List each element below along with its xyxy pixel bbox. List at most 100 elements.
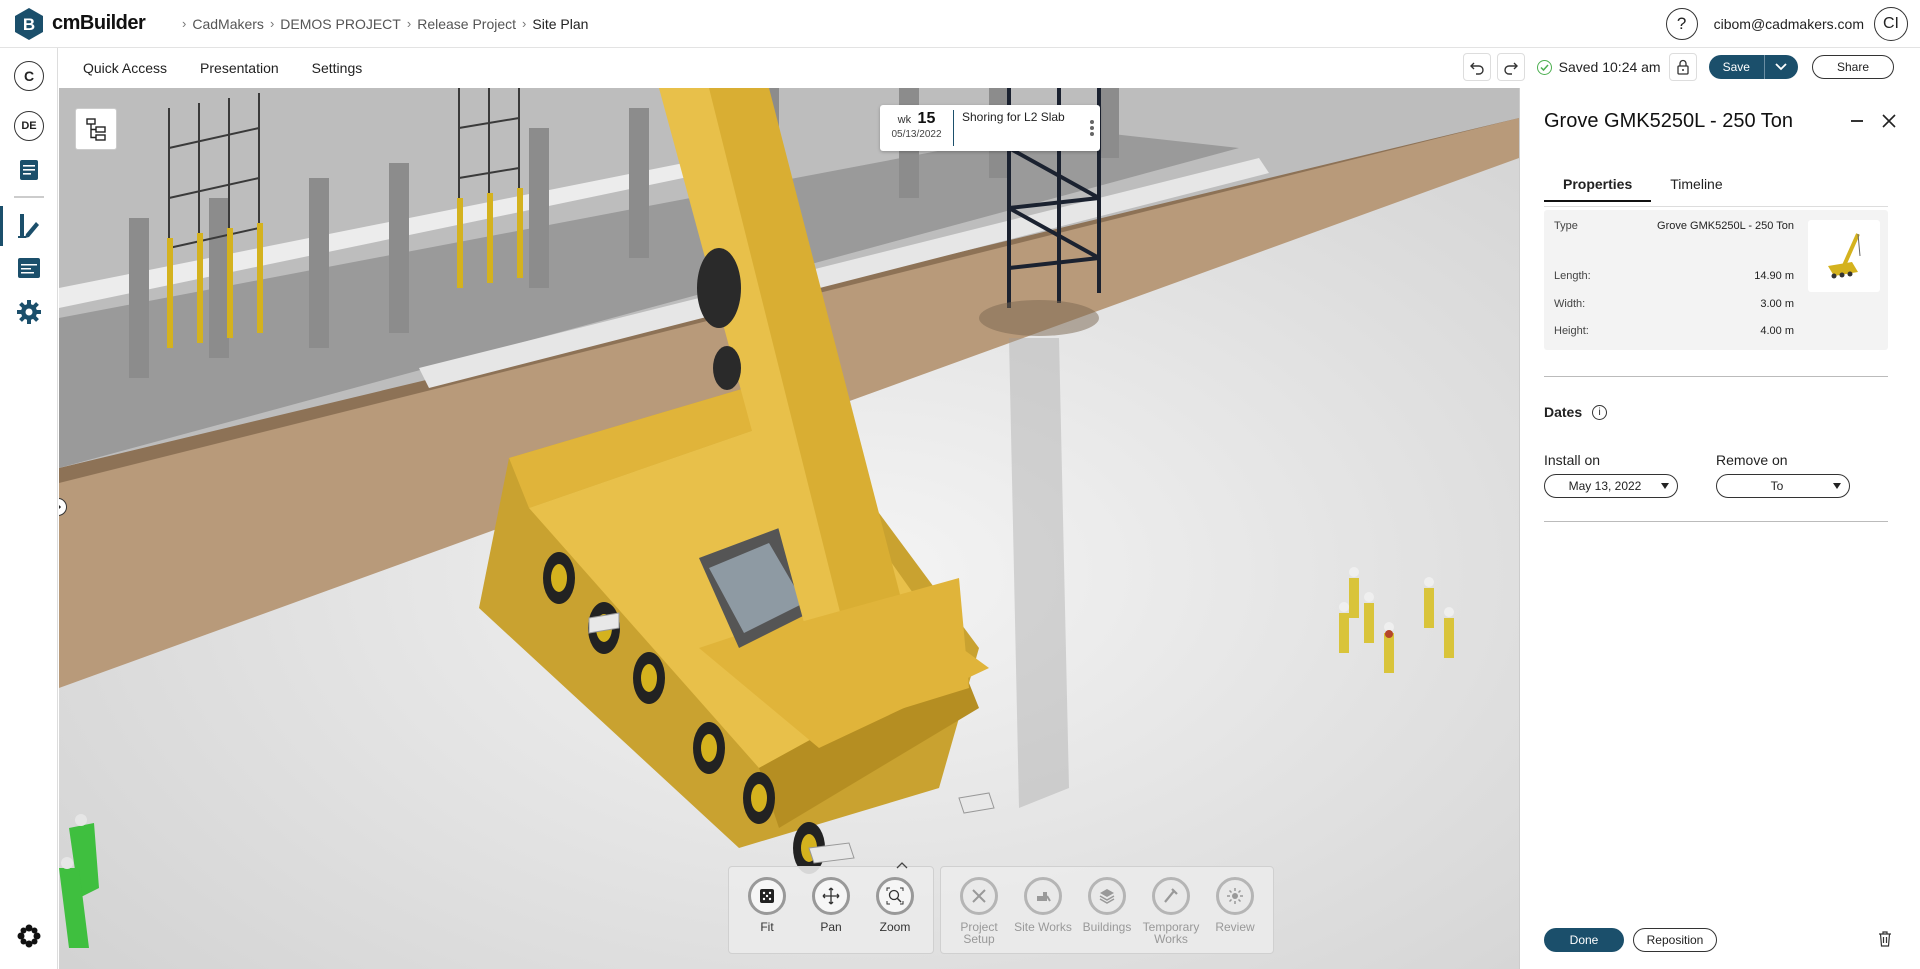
tab-properties[interactable]: Properties <box>1544 176 1652 202</box>
panel-title: Grove GMK5250L - 250 Ton <box>1544 110 1794 132</box>
gear-icon <box>17 300 41 324</box>
save-options-button[interactable] <box>1763 55 1798 79</box>
redo-button[interactable] <box>1496 53 1525 81</box>
avatar[interactable]: CI <box>1874 7 1908 41</box>
company-button[interactable]: C <box>13 60 45 92</box>
remove-date-value: To <box>1770 479 1784 493</box>
prop-width-label: Width: <box>1554 298 1586 310</box>
project-setup-label: Project Setup <box>960 920 998 946</box>
top-bar: B cmBuilder › CadMakers › DEMOS PROJECT … <box>0 0 1920 48</box>
remove-date-select[interactable]: To <box>1716 474 1850 498</box>
week-number: 15 <box>917 110 936 127</box>
fit-label: Fit <box>760 920 774 934</box>
install-label: Install on <box>1544 452 1601 468</box>
info-icon[interactable]: i <box>1592 404 1608 420</box>
minimize-icon[interactable] <box>1851 120 1863 122</box>
3d-viewport[interactable]: wk 15 05/13/2022 Shoring for L2 Slab Fit <box>59 88 1519 969</box>
lock-button[interactable] <box>1668 53 1697 81</box>
zoom-label: Zoom <box>879 920 911 934</box>
remove-label: Remove on <box>1716 452 1788 468</box>
menu-quick-access[interactable]: Quick Access <box>83 60 167 76</box>
prop-height-label: Height: <box>1554 325 1589 337</box>
temporary-works-label: Temporary Works <box>1142 920 1200 946</box>
caret-down-icon <box>1661 483 1669 489</box>
chevron-up-icon[interactable] <box>896 861 908 869</box>
breadcrumb-project[interactable]: DEMOS PROJECT <box>280 16 401 32</box>
review-tool[interactable]: Review <box>1203 877 1267 953</box>
svg-text:B: B <box>23 15 35 34</box>
mode-tools-group: Project Setup Site Works Buildings Tempo… <box>940 866 1274 954</box>
prop-height-value: 4.00 m <box>1760 325 1794 337</box>
install-date-value: May 13, 2022 <box>1568 479 1642 493</box>
install-date-select[interactable]: May 13, 2022 <box>1544 474 1678 498</box>
company-logo: C <box>14 61 44 91</box>
check-circle-icon <box>1536 59 1552 75</box>
prop-type-value: Grove GMK5250L - 250 Ton <box>1657 220 1794 232</box>
schedule-icon <box>18 258 40 278</box>
undo-button[interactable] <box>1462 53 1491 81</box>
caret-down-icon <box>1833 483 1841 489</box>
save-button[interactable]: Save <box>1708 55 1764 79</box>
close-icon[interactable] <box>1881 113 1897 129</box>
app-name: cmBuilder <box>52 12 146 34</box>
design-button[interactable] <box>13 210 45 242</box>
properties-card: Type Grove GMK5250L - 250 Ton Length: 14… <box>1544 210 1888 350</box>
breadcrumb-release[interactable]: Release Project <box>417 16 516 32</box>
properties-panel: Grove GMK5250L - 250 Ton Properties Time… <box>1519 88 1920 969</box>
save-split-button: Save <box>1708 55 1798 79</box>
crane-thumbnail <box>1808 220 1880 292</box>
menu-presentation[interactable]: Presentation <box>200 60 279 76</box>
scene-tree-button[interactable] <box>75 108 117 150</box>
week-date: 05/13/2022 <box>891 129 942 140</box>
schedule-week-badge[interactable]: wk 15 05/13/2022 Shoring for L2 Slab <box>880 105 1100 151</box>
user-email: cibom@cadmakers.com <box>1713 16 1864 32</box>
apps-icon <box>17 924 41 948</box>
trash-icon[interactable] <box>1878 931 1892 947</box>
tab-timeline[interactable]: Timeline <box>1651 176 1741 202</box>
more-options-icon[interactable] <box>1084 119 1100 137</box>
view-tools-group: Fit Pan Zoom <box>728 862 934 954</box>
temporary-works-tool[interactable]: Temporary Works <box>1139 877 1203 953</box>
bottom-toolbar: Fit Pan Zoom Project Setup Site Works Bu… <box>728 862 1280 954</box>
chevron-down-icon <box>1775 63 1788 71</box>
prop-height: Height: 4.00 m <box>1554 325 1794 337</box>
share-button[interactable]: Share <box>1811 55 1894 79</box>
reposition-button[interactable]: Reposition <box>1633 928 1717 952</box>
dates-divider <box>1544 521 1888 522</box>
site-works-tool[interactable]: Site Works <box>1011 877 1075 953</box>
prop-length-value: 14.90 m <box>1754 270 1794 282</box>
chevron-right-icon <box>59 504 62 510</box>
language-button[interactable]: DE <box>13 110 45 142</box>
design-icon <box>18 214 39 238</box>
document-button[interactable] <box>13 154 45 186</box>
breadcrumb-current: Site Plan <box>532 15 589 32</box>
help-button[interactable]: ? <box>1665 8 1698 40</box>
pan-tool[interactable]: Pan <box>799 877 863 953</box>
review-label: Review <box>1215 920 1255 934</box>
tabs-divider <box>1544 206 1888 207</box>
dates-title: Dates <box>1544 404 1583 420</box>
crane-thumbnail-icon <box>1828 233 1861 279</box>
undo-icon <box>1469 62 1484 75</box>
cmbuilder-logo-icon: B <box>15 7 43 40</box>
done-button[interactable]: Done <box>1544 928 1624 952</box>
settings-button[interactable] <box>13 296 45 328</box>
apps-button[interactable] <box>13 920 45 952</box>
fit-tool[interactable]: Fit <box>735 877 799 953</box>
breadcrumb-company[interactable]: CadMakers <box>192 16 264 32</box>
buildings-label: Buildings <box>1082 920 1132 934</box>
panel-tabs: Properties Timeline <box>1544 176 1742 202</box>
dates-section-title: Dates i <box>1544 404 1608 420</box>
toolbar: Quick Access Presentation Settings Saved… <box>58 48 1920 88</box>
buildings-icon <box>1099 889 1115 904</box>
zoom-tool[interactable]: Zoom <box>863 877 927 953</box>
redo-icon <box>1503 62 1518 75</box>
fit-icon <box>760 889 774 903</box>
buildings-tool[interactable]: Buildings <box>1075 877 1139 953</box>
app-logo[interactable]: B cmBuilder <box>12 7 162 41</box>
schedule-button[interactable] <box>13 252 45 284</box>
project-setup-tool[interactable]: Project Setup <box>947 877 1011 953</box>
menu-settings[interactable]: Settings <box>312 60 363 76</box>
saved-text: Saved 10:24 am <box>1558 59 1661 75</box>
breadcrumb: › CadMakers › DEMOS PROJECT › Release Pr… <box>182 16 594 32</box>
